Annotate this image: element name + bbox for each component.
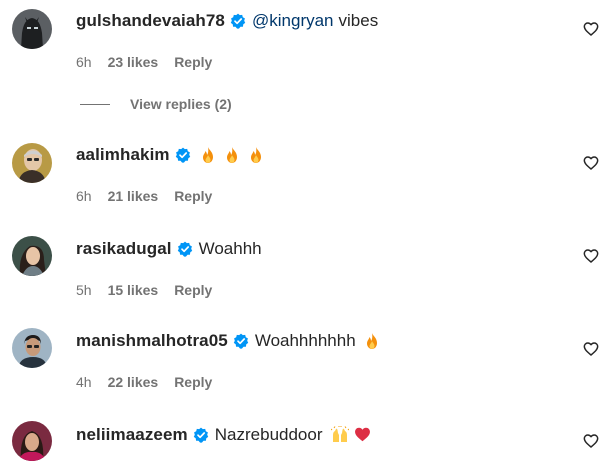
fire-icon xyxy=(224,146,240,164)
username[interactable]: rasikadugal xyxy=(76,239,172,259)
likes-count[interactable]: 21 likes xyxy=(108,188,159,204)
comment-text: Nazrebuddoor xyxy=(214,425,323,444)
verified-badge-icon xyxy=(175,147,191,163)
avatar[interactable] xyxy=(12,9,52,49)
raising-hands-icon xyxy=(330,426,349,444)
avatar[interactable] xyxy=(12,421,52,461)
likes-count[interactable]: 22 likes xyxy=(108,374,159,390)
view-replies-button[interactable]: View replies (2) xyxy=(80,96,232,112)
verified-badge-icon xyxy=(177,241,193,257)
like-heart-icon[interactable] xyxy=(583,433,599,449)
avatar[interactable] xyxy=(12,143,52,183)
username[interactable]: aalimhakim xyxy=(76,145,170,165)
verified-badge-icon xyxy=(230,13,246,29)
reply-button[interactable]: Reply xyxy=(174,374,212,390)
fire-icon xyxy=(200,146,216,164)
username[interactable]: neliimaazeem xyxy=(76,425,188,445)
verified-badge-icon xyxy=(193,427,209,443)
reply-button[interactable]: Reply xyxy=(174,188,212,204)
like-heart-icon[interactable] xyxy=(583,21,599,37)
like-heart-icon[interactable] xyxy=(583,341,599,357)
view-replies-label: View replies (2) xyxy=(130,96,232,112)
verified-badge-icon xyxy=(233,333,249,349)
comment-time: 4h xyxy=(76,374,92,390)
avatar[interactable] xyxy=(12,236,52,276)
likes-count[interactable]: 15 likes xyxy=(108,282,159,298)
comment-text: Woahhh xyxy=(198,239,262,258)
like-heart-icon[interactable] xyxy=(583,155,599,171)
comment-text: Woahhhhhhh xyxy=(254,331,356,350)
username[interactable]: manishmalhotra05 xyxy=(76,331,228,351)
avatar[interactable] xyxy=(12,328,52,368)
fire-icon xyxy=(248,146,264,164)
reply-button[interactable]: Reply xyxy=(174,54,212,70)
fire-icon xyxy=(364,332,380,350)
comment-time: 6h xyxy=(76,188,92,204)
comment-time: 5h xyxy=(76,282,92,298)
username[interactable]: gulshandevaiah78 xyxy=(76,11,225,31)
reply-button[interactable]: Reply xyxy=(174,282,212,298)
comment-time: 6h xyxy=(76,54,92,70)
divider xyxy=(80,103,110,105)
red-heart-icon xyxy=(354,426,370,444)
comment-text: vibes xyxy=(338,11,379,30)
likes-count[interactable]: 23 likes xyxy=(108,54,159,70)
mention-link[interactable]: @kingryan xyxy=(252,11,334,31)
like-heart-icon[interactable] xyxy=(583,248,599,264)
